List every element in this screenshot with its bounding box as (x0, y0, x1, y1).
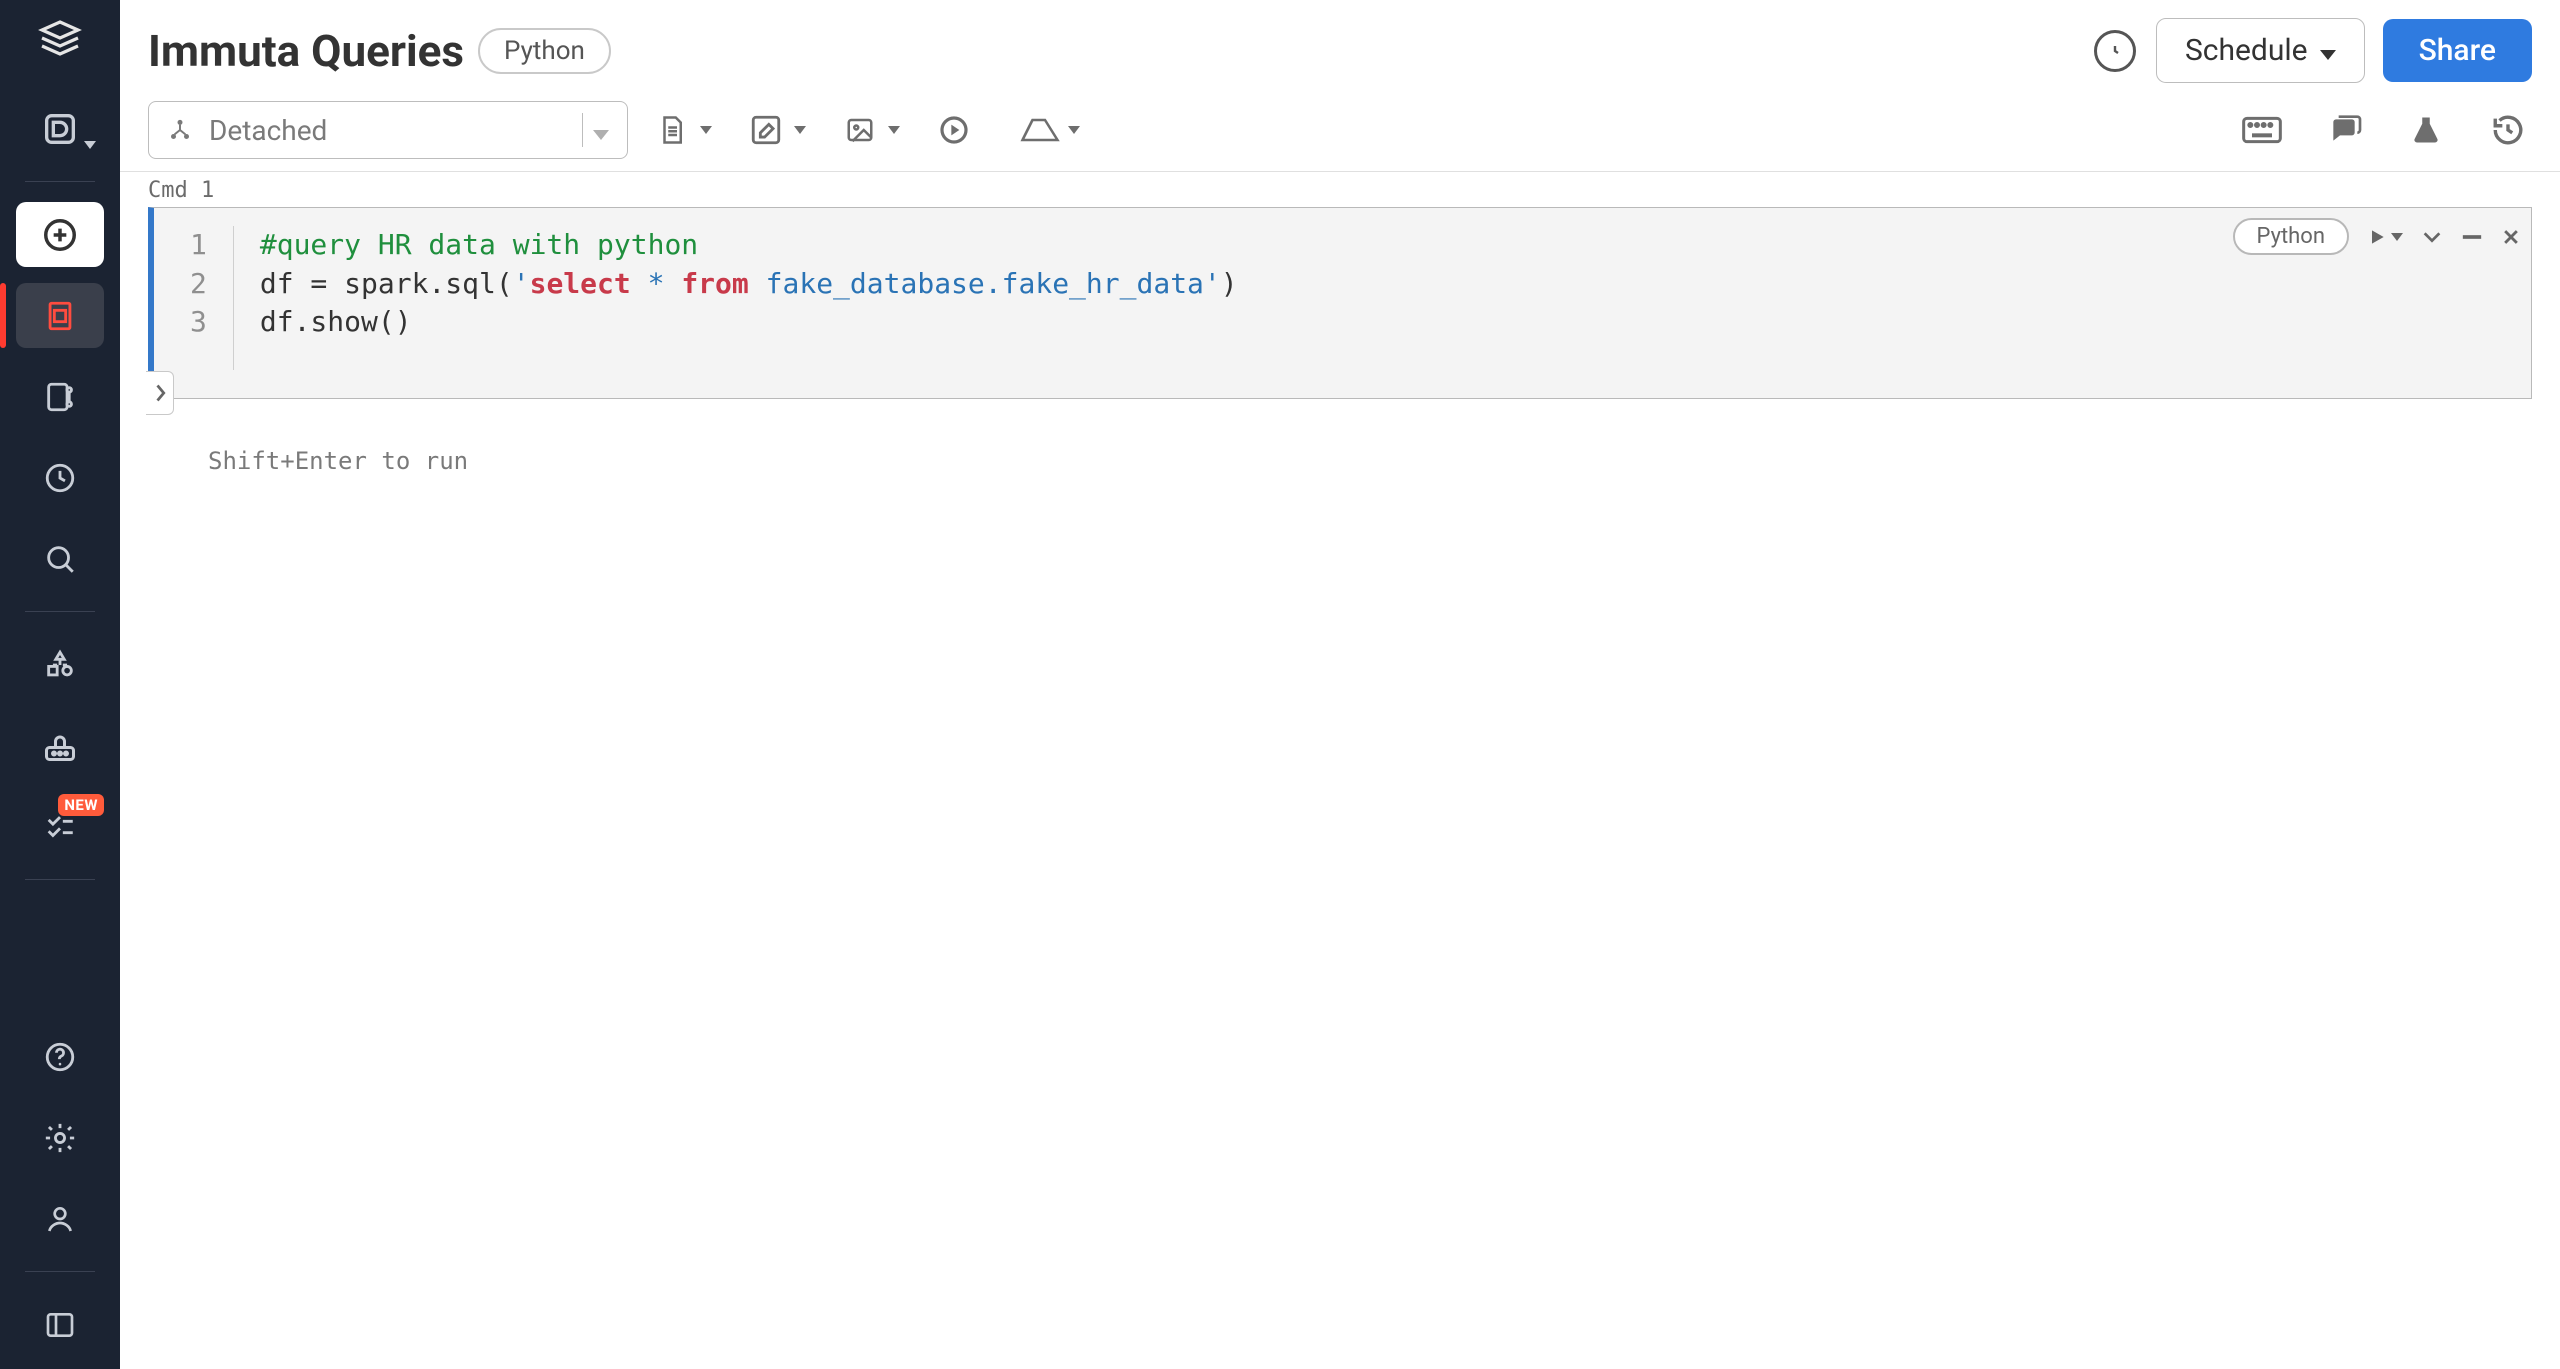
notebook-title[interactable]: Immuta Queries (148, 25, 464, 77)
cell-wrapper: Python 1 2 3 (148, 207, 2532, 475)
chevron-down-icon (593, 114, 609, 147)
history-clock-icon[interactable] (2094, 30, 2136, 72)
chevron-down-icon (2320, 33, 2336, 68)
sidebar-panel-toggle-icon[interactable] (16, 1292, 104, 1357)
databricks-logo-icon[interactable] (36, 16, 84, 64)
edit-menu-icon[interactable] (742, 106, 790, 154)
cluster-selector[interactable]: Detached (148, 101, 628, 159)
sidebar-user-icon[interactable] (16, 1186, 104, 1251)
keyboard-shortcuts-icon[interactable] (2238, 106, 2286, 154)
divider (25, 879, 95, 880)
sidebar-recents-icon[interactable] (16, 445, 104, 510)
title-bar: Immuta Queries Python Schedule Share (120, 0, 2560, 101)
run-cell-icon[interactable] (2367, 227, 2403, 247)
divider (25, 181, 95, 182)
share-button[interactable]: Share (2383, 19, 2532, 82)
revision-history-icon[interactable] (2484, 106, 2532, 154)
sidebar-search-icon[interactable] (16, 526, 104, 591)
minimize-cell-icon[interactable] (2461, 233, 2483, 241)
image-menu-icon[interactable] (836, 106, 884, 154)
chevron-down-icon (888, 126, 900, 134)
chevron-down-icon (84, 141, 96, 149)
sidebar-tasks-icon[interactable]: NEW (16, 794, 104, 859)
expand-sidebar-tab[interactable] (146, 371, 174, 415)
sidebar-help-icon[interactable] (16, 1024, 104, 1089)
sidebar-settings-icon[interactable] (16, 1105, 104, 1170)
sidebar-compute-icon[interactable] (16, 632, 104, 697)
move-cell-down-icon[interactable] (2421, 229, 2443, 245)
cmd-label: Cmd 1 (120, 172, 2560, 207)
toolbar: Detached (120, 101, 2560, 172)
chevron-down-icon (700, 126, 712, 134)
schedule-label: Schedule (2185, 33, 2308, 68)
new-badge: NEW (58, 794, 104, 816)
clear-menu-icon[interactable] (1016, 106, 1064, 154)
comments-icon[interactable] (2320, 106, 2368, 154)
line-number-gutter: 1 2 3 (154, 226, 234, 370)
code-editor[interactable]: 1 2 3 #query HR data with python df = sp… (154, 208, 2531, 398)
sidebar-workflows-icon[interactable] (16, 713, 104, 778)
cell-language-pill[interactable]: Python (2233, 218, 2349, 255)
run-all-icon[interactable] (930, 106, 978, 154)
divider (25, 1271, 95, 1272)
code-content[interactable]: #query HR data with python df = spark.sq… (234, 226, 1238, 370)
sidebar-create-icon[interactable] (16, 202, 104, 267)
chevron-down-icon (794, 126, 806, 134)
divider (582, 113, 583, 147)
sidebar-repos-icon[interactable] (16, 364, 104, 429)
sidebar-notebook-icon[interactable] (16, 283, 104, 348)
divider (25, 611, 95, 612)
file-menu-icon[interactable] (648, 106, 696, 154)
run-hint: Shift+Enter to run (148, 399, 2532, 475)
main-area: Immuta Queries Python Schedule Share (120, 0, 2560, 1369)
schedule-button[interactable]: Schedule (2156, 18, 2365, 83)
experiments-beaker-icon[interactable] (2402, 106, 2450, 154)
cluster-state-label: Detached (209, 114, 327, 147)
sidebar-data-icon[interactable] (16, 96, 104, 161)
cluster-icon (167, 117, 193, 143)
chevron-down-icon (1068, 126, 1080, 134)
notebook-cell[interactable]: Python 1 2 3 (148, 207, 2532, 399)
cell-controls: Python (2233, 218, 2521, 255)
left-sidebar: NEW (0, 0, 120, 1369)
delete-cell-icon[interactable] (2501, 227, 2521, 247)
language-pill[interactable]: Python (478, 28, 611, 74)
